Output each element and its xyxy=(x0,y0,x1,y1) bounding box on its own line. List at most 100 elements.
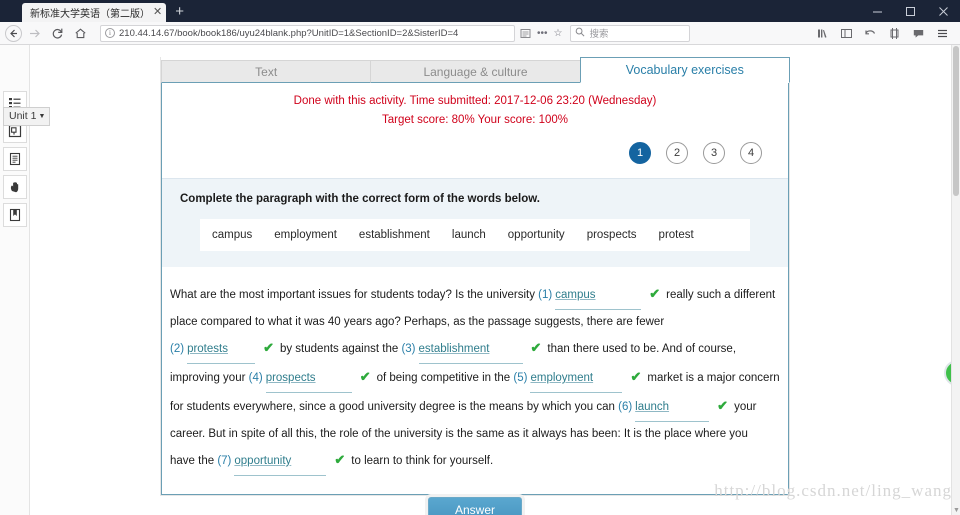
tab-close-icon[interactable]: ✕ xyxy=(153,7,162,18)
answer-row: Answer xyxy=(160,497,790,515)
status-line-score: Target score: 80% Your score: 100% xyxy=(381,113,569,126)
correct-check-icon: ✔ xyxy=(717,397,729,413)
cloze-text: What are the most important issues for s… xyxy=(170,288,539,301)
pagination: 1 2 3 4 xyxy=(162,134,788,178)
cloze-paragraph: What are the most important issues for s… xyxy=(162,266,788,494)
bookmark-star-icon[interactable]: ☆ xyxy=(554,28,563,39)
browser-tab-strip: 新标准大学英语（第二版）综合教 ✕ + xyxy=(0,0,193,22)
search-icon xyxy=(575,24,585,42)
content-area: Text Language & culture Vocabulary exerc… xyxy=(30,45,960,515)
cloze-blank[interactable]: (4) prospects ✔ xyxy=(249,364,377,393)
unit-selector-label: Unit 1 xyxy=(9,110,37,122)
cloze-text: improving your xyxy=(170,371,249,384)
cloze-text: of being competitive in the xyxy=(376,371,514,384)
chevron-down-icon: ▼ xyxy=(38,112,46,120)
word-bank-item[interactable]: opportunity xyxy=(508,229,565,241)
cloze-text: for students everywhere, since a good un… xyxy=(170,400,619,413)
browser-toolbar: i 210.44.14.67/book/book186/uyu24blank.p… xyxy=(0,22,960,45)
url-bar-actions: ••• ☆ xyxy=(520,28,562,39)
page-button-4[interactable]: 4 xyxy=(740,141,762,164)
answer-button[interactable]: Answer xyxy=(427,497,522,515)
word-bank-item[interactable]: establishment xyxy=(359,229,430,241)
search-placeholder: 搜索 xyxy=(589,29,609,40)
page-button-2[interactable]: 2 xyxy=(666,141,688,164)
word-bank: campus employment establishment launch o… xyxy=(200,218,750,251)
reload-icon[interactable] xyxy=(46,23,68,43)
cloze-blank-number: (3) xyxy=(401,342,416,355)
cloze-blank[interactable]: (1) campus ✔ xyxy=(538,281,666,310)
correct-check-icon: ✔ xyxy=(649,285,661,301)
reader-view-icon[interactable] xyxy=(520,28,531,39)
scroll-down-arrow-icon[interactable]: ▼ xyxy=(953,507,960,514)
cloze-blank-answer[interactable]: establishment xyxy=(418,337,523,364)
cloze-blank-number: (7) xyxy=(217,454,232,467)
forward-icon[interactable] xyxy=(23,23,45,43)
page-button-3[interactable]: 3 xyxy=(703,141,725,164)
screenshot-icon[interactable] xyxy=(883,23,905,43)
word-bank-item[interactable]: prospects xyxy=(587,229,637,241)
vertical-scrollbar[interactable]: ▼ xyxy=(951,45,960,515)
back-icon[interactable] xyxy=(5,24,22,42)
cloze-blank[interactable]: (7) opportunity ✔ xyxy=(217,447,351,476)
cloze-blank[interactable]: (6) launch ✔ xyxy=(618,393,734,422)
word-bank-item[interactable]: employment xyxy=(274,229,337,241)
cloze-blank[interactable]: (2) protests ✔ xyxy=(170,335,280,364)
exercise-instructions-block: Complete the paragraph with the correct … xyxy=(162,177,788,267)
cloze-line: What are the most important issues for s… xyxy=(170,281,780,310)
sidebar-item-notes[interactable] xyxy=(2,147,27,171)
maximize-icon[interactable] xyxy=(894,0,927,22)
sidebar-item-hand-tool[interactable] xyxy=(2,175,27,199)
word-bank-item[interactable]: campus xyxy=(212,229,252,241)
cloze-line: improving your (4) prospects ✔ of being com… xyxy=(170,364,780,393)
new-tab-button[interactable]: + xyxy=(166,3,193,22)
cloze-text: place compared to what it was 40 years a… xyxy=(170,315,665,328)
cloze-blank[interactable]: (3) establishment ✔ xyxy=(401,335,547,364)
cloze-blank[interactable]: (5) employment ✔ xyxy=(513,364,647,393)
toolbar-right-actions xyxy=(811,23,955,43)
word-bank-item[interactable]: launch xyxy=(452,229,486,241)
cloze-blank-answer[interactable]: campus xyxy=(555,283,642,310)
page-actions-icon[interactable]: ••• xyxy=(537,28,548,39)
cloze-blank-answer[interactable]: prospects xyxy=(265,366,352,393)
cloze-line: have the (7) opportunity ✔ to learn to thin… xyxy=(170,447,780,476)
cloze-text: really such a different xyxy=(666,288,776,301)
cloze-text: market is a major concern xyxy=(647,371,780,384)
tab-text[interactable]: Text xyxy=(161,60,372,83)
window-title-bar: 新标准大学英语（第二版）综合教 ✕ + xyxy=(0,0,960,22)
cloze-blank-number: (1) xyxy=(538,288,553,301)
page-button-1[interactable]: 1 xyxy=(629,141,651,164)
cloze-line: place compared to what it was 40 years a… xyxy=(170,310,780,335)
home-icon[interactable] xyxy=(69,23,91,43)
correct-check-icon: ✔ xyxy=(530,339,542,355)
correct-check-icon: ✔ xyxy=(359,368,371,384)
cloze-blank-answer[interactable]: employment xyxy=(530,366,623,393)
exercise-prompt: Complete the paragraph with the correct … xyxy=(180,192,540,205)
site-info-icon[interactable]: i xyxy=(105,28,115,38)
correct-check-icon: ✔ xyxy=(630,368,642,384)
sidebar-item-bookmark[interactable] xyxy=(2,203,27,227)
minimize-icon[interactable] xyxy=(861,0,894,22)
url-bar[interactable]: i 210.44.14.67/book/book186/uyu24blank.p… xyxy=(100,24,515,42)
menu-icon[interactable] xyxy=(931,23,953,43)
cloze-blank-number: (5) xyxy=(513,371,528,384)
search-bar[interactable]: 搜索 xyxy=(570,24,691,42)
cloze-text: have the xyxy=(170,454,218,467)
url-text: 210.44.14.67/book/book186/uyu24blank.php… xyxy=(119,27,459,39)
library-icon[interactable] xyxy=(811,23,833,43)
unit-selector[interactable]: Unit 1 ▼ xyxy=(3,107,51,126)
sidebar-icon[interactable] xyxy=(835,23,857,43)
cloze-line: career. But in spite of all this, the ro… xyxy=(170,422,780,447)
tab-language-culture[interactable]: Language & culture xyxy=(370,60,581,83)
close-icon[interactable] xyxy=(927,0,960,22)
scrollbar-thumb[interactable] xyxy=(953,46,959,196)
cloze-text: than there used to be. And of course, xyxy=(547,342,737,355)
cloze-line: for students everywhere, since a good un… xyxy=(170,393,780,422)
cloze-blank-answer[interactable]: opportunity xyxy=(234,449,327,476)
tab-vocabulary-exercises[interactable]: Vocabulary exercises xyxy=(579,57,790,83)
cloze-blank-answer[interactable]: launch xyxy=(635,395,710,422)
browser-tab[interactable]: 新标准大学英语（第二版）综合教 ✕ xyxy=(22,3,167,22)
history-back-icon[interactable] xyxy=(859,23,881,43)
cloze-blank-answer[interactable]: protests xyxy=(187,337,256,364)
feedback-icon[interactable] xyxy=(907,23,929,43)
word-bank-item[interactable]: protest xyxy=(659,229,694,241)
